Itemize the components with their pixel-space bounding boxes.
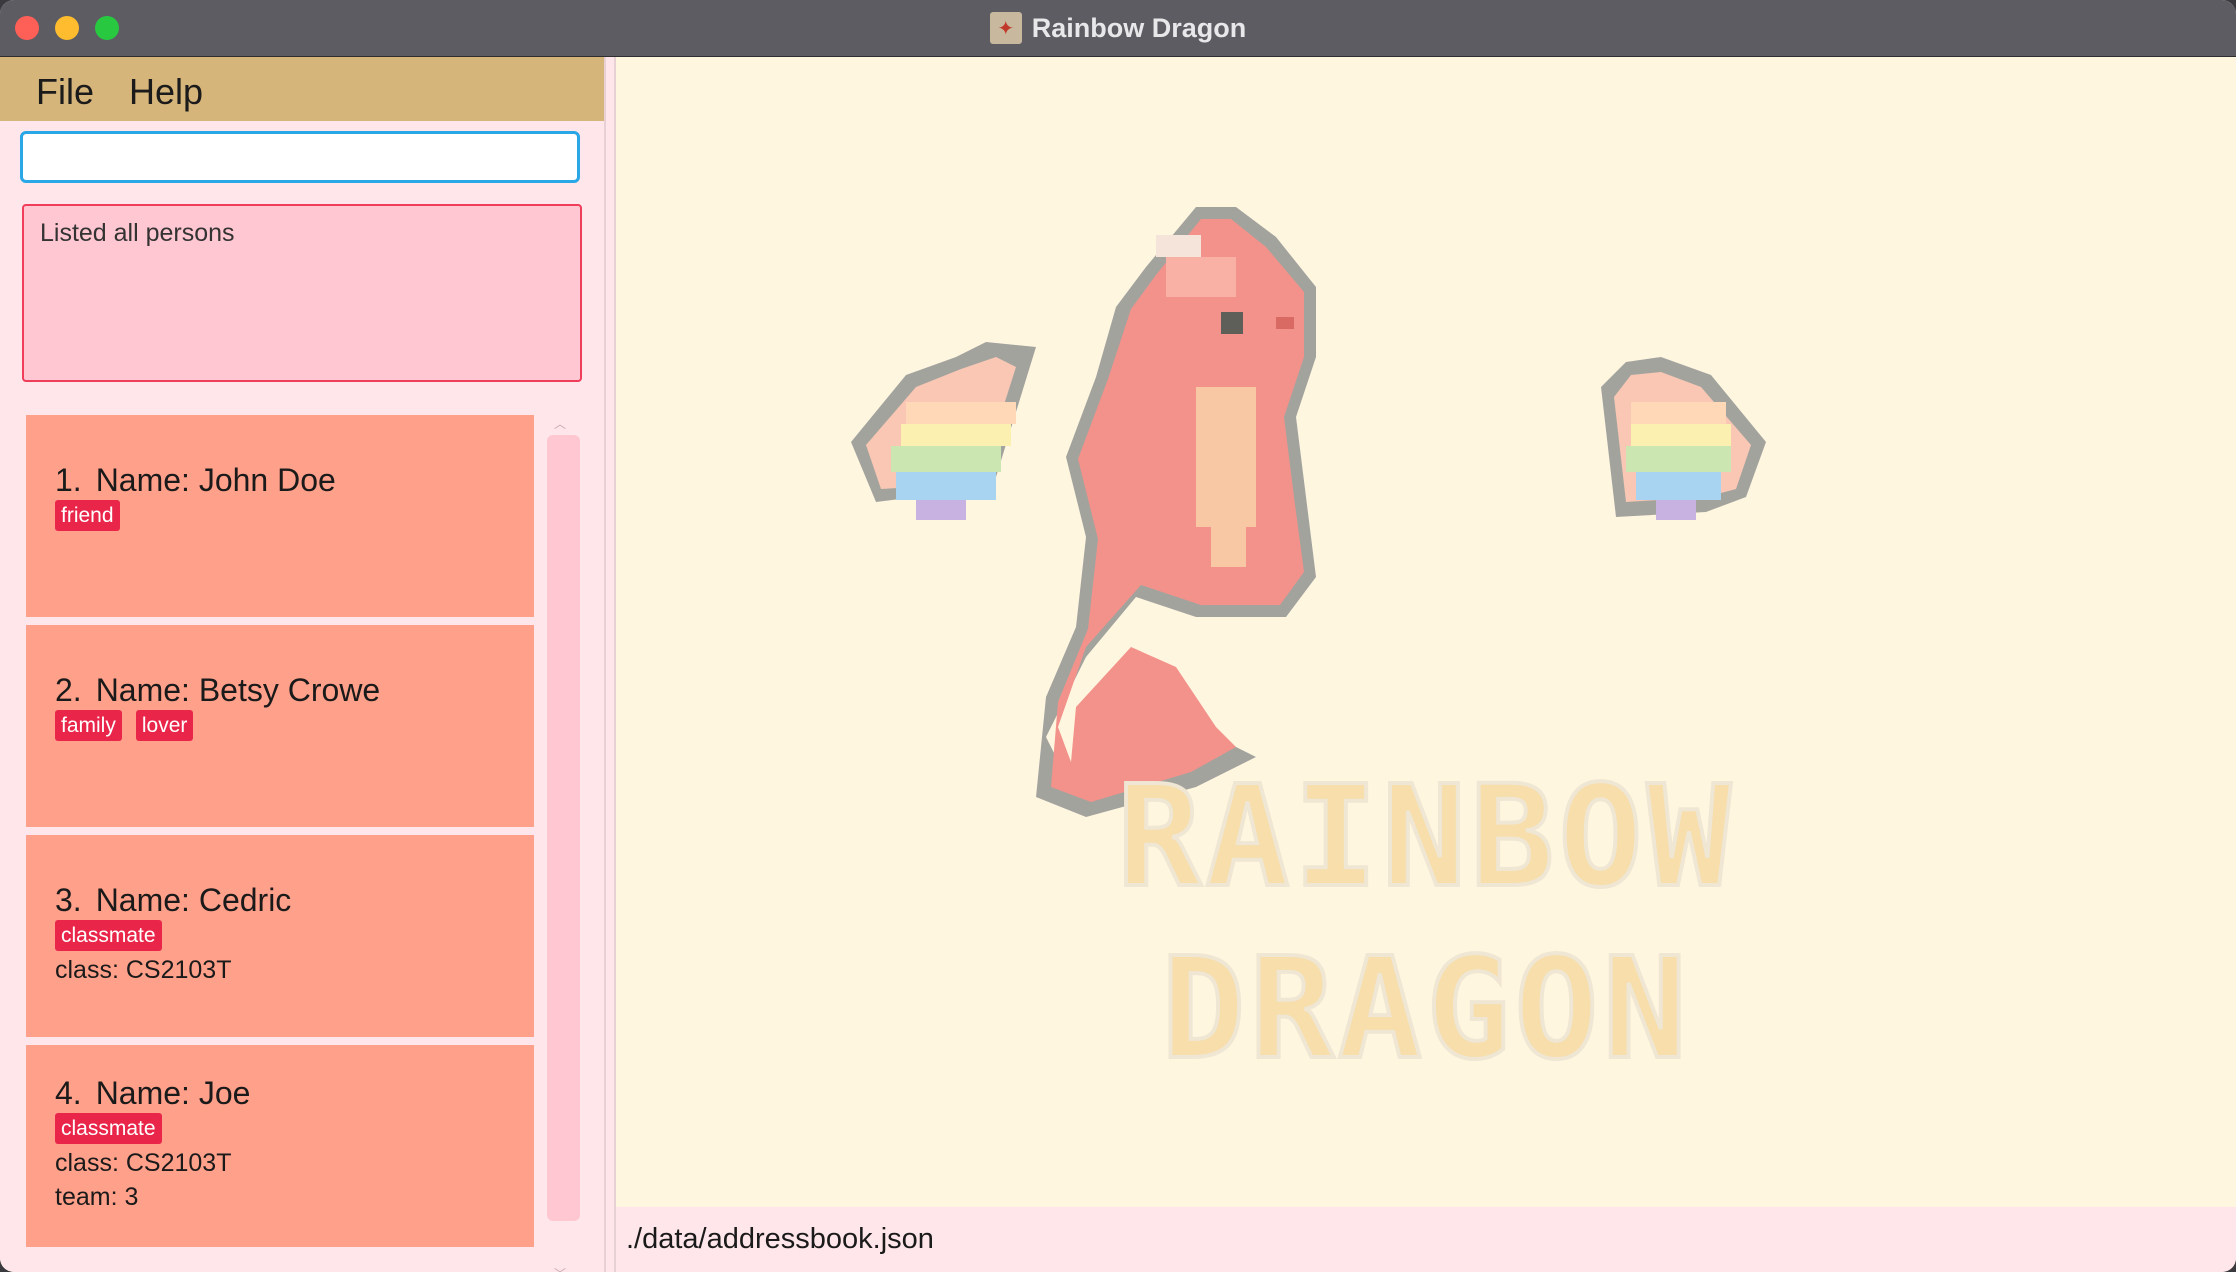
menu-bar: File Help [0, 57, 604, 121]
dragon-body-icon [1036, 207, 1316, 817]
logo-wordmark: RAINBOW DRAGON [1115, 754, 1735, 1093]
result-display: Listed all persons [22, 204, 582, 382]
person-index: 4. [55, 1075, 82, 1111]
person-name: Name: John Doe [95, 462, 336, 498]
person-tags: classmate [55, 1113, 162, 1144]
person-card[interactable]: 1. Name: John Doe friend [26, 415, 534, 617]
logo-text-line1: RAINBOW [1117, 756, 1735, 919]
save-location-path: ./data/addressbook.json [626, 1223, 934, 1255]
tag-badge: classmate [55, 920, 162, 951]
title-bar[interactable]: ✦ Rainbow Dragon [0, 0, 2236, 57]
command-input[interactable] [20, 131, 580, 183]
logo-panel: RAINBOW DRAGON [616, 57, 2236, 1207]
result-text: Listed all persons [40, 219, 235, 247]
tag-badge: lover [135, 710, 194, 741]
window-title-group: ✦ Rainbow Dragon [0, 0, 2236, 56]
rainbow-dragon-logo: RAINBOW DRAGON [851, 207, 1766, 1093]
person-index: 2. [55, 672, 82, 708]
person-name: Name: Cedric [95, 882, 292, 918]
menu-file[interactable]: File [28, 67, 102, 117]
person-name-line: 4. Name: Joe [55, 1075, 250, 1112]
person-tags: family lover [55, 710, 194, 741]
person-tags: friend [55, 500, 120, 531]
person-name-line: 2. Name: Betsy Crowe [55, 672, 380, 709]
list-scrollbar[interactable]: ︿ ﹀ [545, 418, 580, 1272]
tag-badge: classmate [55, 1113, 162, 1144]
person-index: 1. [55, 462, 82, 498]
dragon-right-wing-icon [1601, 357, 1766, 520]
person-name: Name: Joe [95, 1075, 251, 1111]
person-class-field: class: CS2103T [55, 956, 232, 984]
window-title: Rainbow Dragon [1031, 12, 1247, 43]
person-name: Name: Betsy Crowe [95, 672, 381, 708]
app-window: ✦ Rainbow Dragon File Help Listed all pe… [0, 0, 2236, 1272]
person-team-field: team: 3 [55, 1183, 139, 1211]
person-name-line: 3. Name: Cedric [55, 882, 291, 919]
person-index: 3. [55, 882, 82, 918]
tag-badge: friend [55, 500, 120, 531]
status-bar: ./data/addressbook.json [616, 1207, 2236, 1272]
person-card[interactable]: 4. Name: Joe classmate class: CS2103T tea… [26, 1045, 534, 1247]
person-list[interactable]: 1. Name: John Doe friend 2. Name: Betsy Cr… [18, 415, 598, 1272]
left-pane: File Help Listed all persons 1. Name: Joh… [0, 57, 604, 1272]
menu-help[interactable]: Help [121, 67, 211, 117]
person-class-field: class: CS2103T [55, 1149, 232, 1177]
tag-badge: family [55, 710, 122, 741]
person-tags: classmate [55, 920, 162, 951]
scrollbar-thumb[interactable] [547, 435, 580, 1221]
scroll-up-icon[interactable]: ︿ [550, 418, 570, 430]
dragon-app-icon: ✦ [989, 12, 1022, 44]
person-card[interactable]: 3. Name: Cedric classmate class: CS2103T [26, 835, 534, 1037]
logo-text-line2: DRAGON [1161, 928, 1691, 1091]
person-name-line: 1. Name: John Doe [55, 462, 336, 499]
split-pane-divider[interactable] [604, 57, 616, 1272]
person-card[interactable]: 2. Name: Betsy Crowe family lover [26, 625, 534, 827]
dragon-left-wing-icon [851, 342, 1036, 520]
